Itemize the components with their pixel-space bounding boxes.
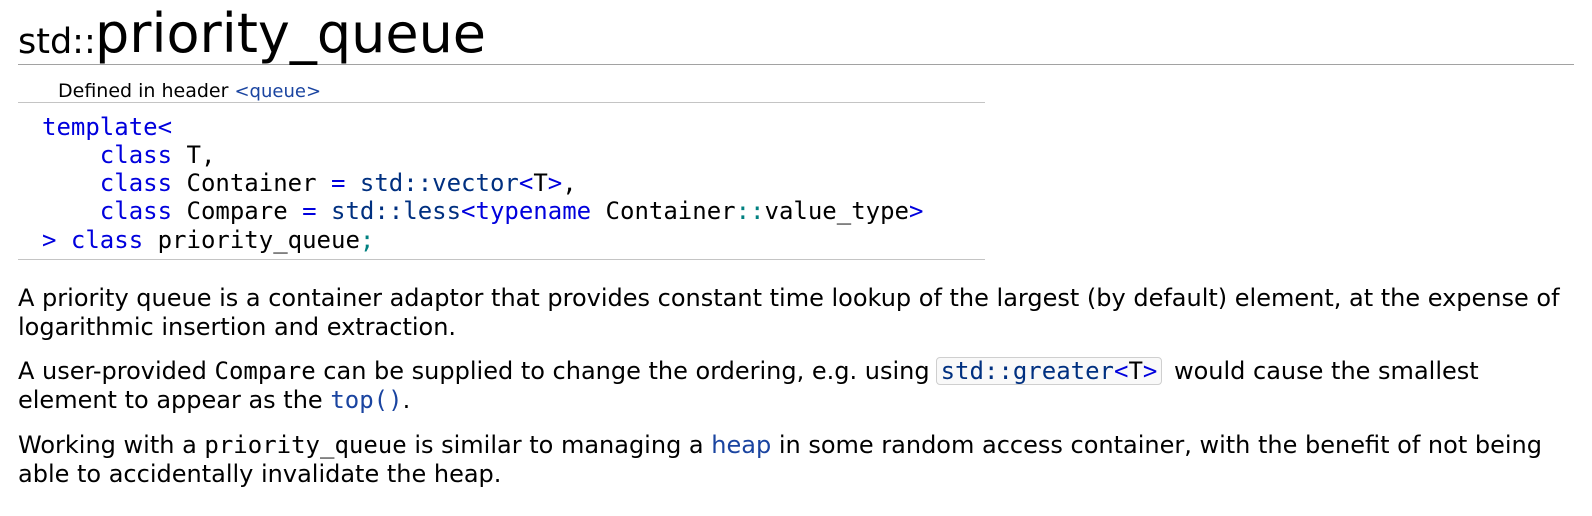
heap-link[interactable]: heap xyxy=(711,431,771,459)
code-token: Container xyxy=(591,197,736,225)
page-title: std:: priority_queue xyxy=(18,2,1574,65)
declaration-line-1: template< xyxy=(42,113,172,141)
code-token: > xyxy=(909,197,924,225)
code-token: Compare xyxy=(172,197,303,225)
text-run: A user-provided xyxy=(18,357,215,385)
description-paragraph-2: A user-provided Compare can be supplied … xyxy=(18,357,1574,415)
code-link-vector[interactable]: std::vector xyxy=(360,169,519,197)
code-token: < xyxy=(461,197,476,225)
text-run: . xyxy=(402,386,411,414)
keyword-class: class xyxy=(99,169,173,197)
declaration-line-5: > class priority_queue; xyxy=(42,226,374,254)
declaration-line-3: class Container = std::vector<T>, xyxy=(42,169,577,197)
code-token: > xyxy=(547,169,563,197)
declaration-top-rule xyxy=(18,102,985,103)
keyword-typename: typename xyxy=(475,197,592,225)
code-token: T, xyxy=(172,141,216,169)
code-link-greater[interactable]: std::greater xyxy=(941,357,1114,385)
code-link-less[interactable]: std::less xyxy=(331,197,461,225)
text-run: can be supplied to change the ordering, … xyxy=(315,357,930,385)
code-token: T xyxy=(533,169,548,197)
code-token: < xyxy=(1113,357,1129,385)
declaration-line-2: class T, xyxy=(42,141,216,169)
defined-in-header: Defined in header <queue> xyxy=(58,79,321,104)
code-token: < xyxy=(157,113,173,141)
code-token: Container xyxy=(172,169,331,197)
code-token: = xyxy=(302,197,317,225)
keyword-class: class xyxy=(99,197,173,225)
code-token: ; xyxy=(359,226,375,254)
header-link[interactable]: <queue> xyxy=(234,81,321,102)
inline-code-greater: std::greater<T> xyxy=(935,357,1163,385)
inline-code-priority-queue: priority_queue xyxy=(204,431,407,459)
code-token: value_type xyxy=(764,197,910,225)
declaration-bottom-rule xyxy=(18,259,985,260)
title-class-name: priority_queue xyxy=(95,2,487,65)
code-token: > xyxy=(1142,357,1158,385)
code-token: = xyxy=(331,169,346,197)
description-paragraph-1: A priority queue is a container adaptor … xyxy=(18,284,1560,341)
code-token: priority_queue xyxy=(143,226,360,254)
description-paragraph-3: Working with a priority_queue is similar… xyxy=(18,431,1574,489)
keyword-template: template xyxy=(42,113,158,141)
header-label: Defined in header xyxy=(58,80,229,102)
keyword-class: class xyxy=(99,141,173,169)
code-token: , xyxy=(562,169,577,197)
top-link[interactable]: top() xyxy=(330,386,402,414)
inline-code-compare: Compare xyxy=(214,357,316,385)
declaration-line-4: class Compare = std::less<typename Conta… xyxy=(42,197,924,225)
code-token: :: xyxy=(735,197,765,225)
code-token: T xyxy=(1128,357,1143,385)
code-token: < xyxy=(518,169,534,197)
text-run: is similar to managing a xyxy=(406,431,712,459)
title-namespace: std:: xyxy=(18,22,96,62)
code-token: > xyxy=(42,226,57,254)
keyword-class: class xyxy=(70,226,144,254)
text-run: Working with a xyxy=(18,431,205,459)
